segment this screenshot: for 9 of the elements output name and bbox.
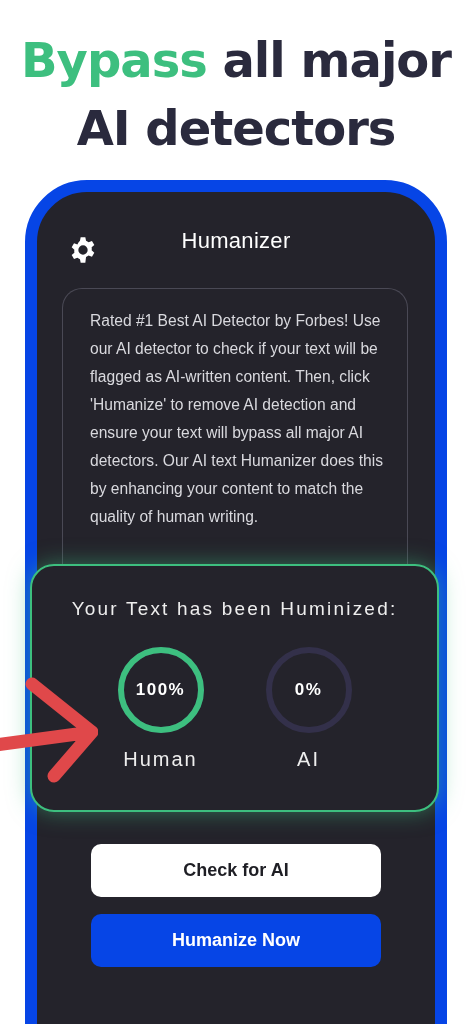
app-title: Humanizer xyxy=(181,228,291,254)
check-button[interactable]: Check for AI xyxy=(91,844,381,897)
score-value: 0% xyxy=(294,680,323,700)
result-title: Your Text has been Huminized: xyxy=(70,598,399,620)
headline: Bypass all major AI detectors xyxy=(21,31,451,158)
humanize-button[interactable]: Humanize Now xyxy=(91,914,381,967)
score-label: Human xyxy=(123,748,198,771)
score-label: AI xyxy=(297,748,320,771)
settings-icon[interactable] xyxy=(69,236,97,264)
